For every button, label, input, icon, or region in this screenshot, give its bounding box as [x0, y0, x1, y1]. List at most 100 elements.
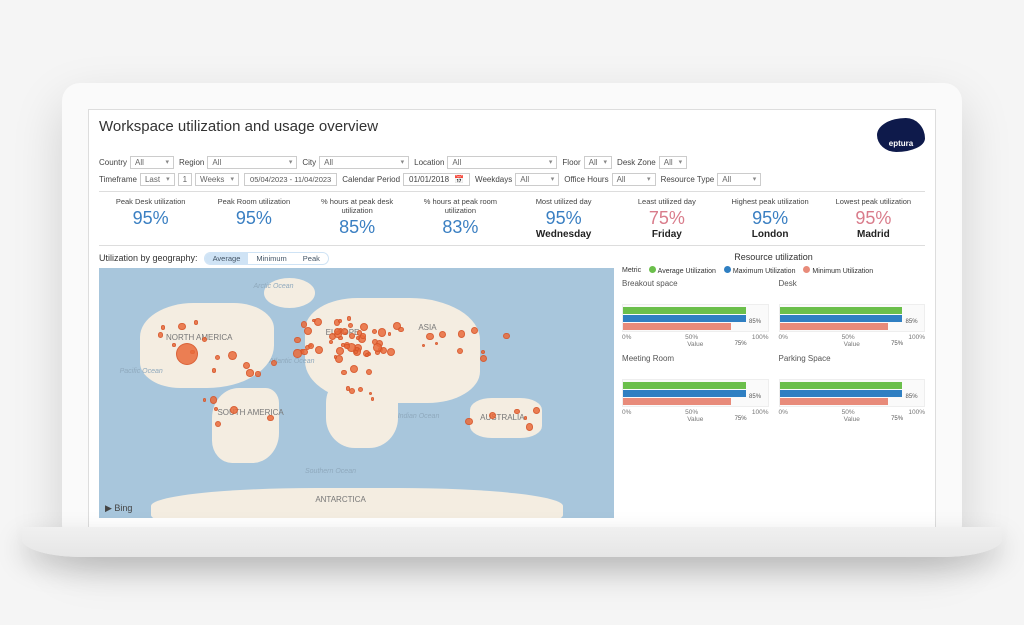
- resource-bars: 85% 75%: [779, 379, 925, 407]
- resourcetype-select[interactable]: All▾: [717, 173, 761, 186]
- map-marker[interactable]: [271, 360, 277, 366]
- world-map[interactable]: NORTH AMERICA SOUTH AMERICA EUROPE ASIA …: [99, 268, 614, 518]
- map-marker[interactable]: [178, 323, 186, 331]
- map-marker[interactable]: [393, 322, 401, 330]
- map-marker[interactable]: [293, 349, 301, 357]
- map-marker[interactable]: [228, 351, 237, 360]
- map-marker[interactable]: [426, 333, 434, 341]
- map-marker[interactable]: [465, 418, 473, 426]
- resource-title: Resource utilization: [622, 252, 925, 262]
- map-marker[interactable]: [481, 350, 485, 354]
- location-select[interactable]: All▾: [447, 156, 557, 169]
- timeframe-label: Timeframe: [99, 175, 137, 184]
- kpi-card: Least utilized day75%Friday: [615, 197, 718, 240]
- country-select[interactable]: All▾: [130, 156, 174, 169]
- resource-cell: Meeting Room 85% 75% 0%50%100% Value: [622, 354, 768, 423]
- timeframe-unit[interactable]: Weeks▾: [195, 173, 239, 186]
- map-marker[interactable]: [301, 349, 308, 356]
- legend-item: Maximum Utilization: [724, 266, 796, 275]
- map-marker[interactable]: [388, 332, 391, 335]
- ocean-label-southern: Southern Ocean: [305, 468, 356, 475]
- geo-pills: AverageMinimumPeak: [204, 252, 329, 265]
- floor-select[interactable]: All▾: [584, 156, 612, 169]
- chevron-down-icon: ▾: [401, 158, 405, 166]
- deskzone-label: Desk Zone: [617, 158, 656, 167]
- chevron-down-icon: ▾: [753, 175, 757, 183]
- resource-cell: Desk 85% 75% 0%50%100% Value: [779, 279, 925, 348]
- chevron-down-icon: ▾: [166, 158, 170, 166]
- map-marker[interactable]: [344, 344, 349, 349]
- map-marker[interactable]: [161, 325, 166, 330]
- map-marker[interactable]: [215, 355, 220, 360]
- calendar-label: Calendar Period: [342, 175, 400, 184]
- resource-grid: Breakout space 85% 75% 0%50%100% Value D…: [622, 279, 925, 423]
- map-label-as: ASIA: [418, 323, 436, 332]
- map-marker[interactable]: [304, 327, 312, 335]
- map-marker[interactable]: [347, 316, 351, 320]
- map-marker[interactable]: [301, 321, 308, 328]
- map-marker[interactable]: [503, 333, 510, 340]
- map-marker[interactable]: [378, 328, 386, 336]
- map-marker[interactable]: [471, 327, 478, 334]
- map-marker[interactable]: [246, 369, 253, 376]
- map-marker[interactable]: [194, 320, 198, 324]
- map-marker[interactable]: [203, 398, 207, 402]
- resource-bars: 85% 75%: [622, 379, 768, 407]
- map-label-sa: SOUTH AMERICA: [217, 408, 283, 417]
- map-marker[interactable]: [334, 355, 338, 359]
- map-marker[interactable]: [338, 319, 342, 323]
- officehours-select[interactable]: All▾: [612, 173, 656, 186]
- map-marker[interactable]: [294, 337, 301, 344]
- map-label-an: ANTARCTICA: [315, 495, 366, 504]
- map-marker[interactable]: [212, 368, 216, 372]
- kpi-card: Highest peak utilization95%London: [719, 197, 822, 240]
- map-marker[interactable]: [158, 332, 163, 337]
- kpi-row: Peak Desk utilization95%Peak Room utiliz…: [99, 197, 925, 240]
- resource-cell: Parking Space 85% 75% 0%50%100% Value: [779, 354, 925, 423]
- map-marker[interactable]: [334, 328, 341, 335]
- weekdays-select[interactable]: All▾: [515, 173, 559, 186]
- timeframe-select[interactable]: Last▾: [140, 173, 175, 186]
- map-marker[interactable]: [439, 331, 446, 338]
- geo-pill-minimum[interactable]: Minimum: [248, 253, 294, 264]
- map-marker[interactable]: [514, 409, 520, 415]
- map-marker[interactable]: [480, 355, 487, 362]
- map-marker[interactable]: [255, 371, 260, 376]
- legend-item: Average Utilization: [649, 266, 716, 275]
- map-marker[interactable]: [243, 362, 250, 369]
- map-marker[interactable]: [366, 369, 372, 375]
- brand-logo: eptura: [877, 118, 925, 152]
- kpi-card: Peak Room utilization95%: [202, 197, 305, 240]
- map-marker[interactable]: [458, 330, 465, 337]
- resource-bars: 85% 75%: [779, 304, 925, 332]
- map-marker[interactable]: [526, 423, 533, 430]
- map-marker[interactable]: [457, 348, 463, 354]
- deskzone-select[interactable]: All▾: [659, 156, 687, 169]
- geo-pill-peak[interactable]: Peak: [295, 253, 328, 264]
- map-copyright: © 2021 Microsoft Corporation: [871, 546, 956, 553]
- officehours-label: Office Hours: [564, 175, 608, 184]
- map-marker[interactable]: [356, 336, 360, 340]
- map-marker[interactable]: [341, 370, 347, 376]
- laptop-frame: Workspace utilization and usage overview…: [62, 83, 962, 543]
- map-marker[interactable]: [341, 328, 348, 335]
- resource-panel: Resource utilization Metric Average Util…: [622, 252, 925, 518]
- geo-pill-average[interactable]: Average: [205, 253, 249, 264]
- map-marker[interactable]: [172, 343, 176, 347]
- timeframe-count[interactable]: 1: [178, 173, 192, 186]
- chevron-down-icon: ▾: [549, 158, 553, 166]
- map-marker[interactable]: [365, 353, 369, 357]
- city-select[interactable]: All▾: [319, 156, 409, 169]
- geo-title: Utilization by geography:: [99, 253, 198, 263]
- chevron-down-icon: ▾: [647, 175, 651, 183]
- calendar-input[interactable]: 01/01/2018📅: [403, 173, 470, 186]
- map-marker[interactable]: [422, 344, 425, 347]
- chevron-down-icon: ▾: [289, 158, 293, 166]
- legend-label: Metric: [622, 267, 641, 274]
- weekdays-label: Weekdays: [475, 175, 512, 184]
- map-marker[interactable]: [373, 343, 382, 352]
- map-marker[interactable]: [176, 343, 198, 365]
- location-label: Location: [414, 158, 444, 167]
- region-select[interactable]: All▾: [207, 156, 297, 169]
- chevron-down-icon: ▾: [551, 175, 555, 183]
